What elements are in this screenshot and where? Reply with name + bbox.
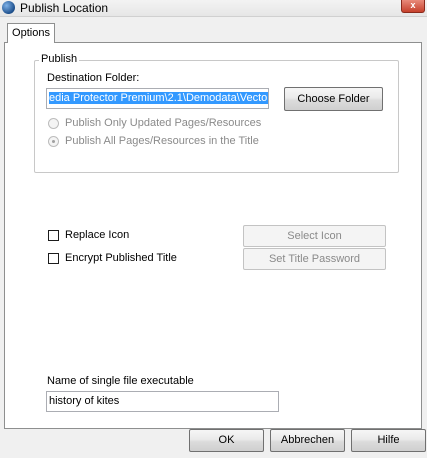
dialog-client: Options Publish Destination Folder: edia… xyxy=(0,17,427,458)
encrypt-title-label: Encrypt Published Title xyxy=(65,252,177,264)
executable-name-input[interactable]: history of kites xyxy=(46,391,279,412)
radio-publish-updated[interactable] xyxy=(48,118,59,129)
ok-button[interactable]: OK xyxy=(189,429,264,452)
radio-selected-dot xyxy=(52,140,55,143)
radio-publish-all-label: Publish All Pages/Resources in the Title xyxy=(65,135,259,147)
cancel-button[interactable]: Abbrechen xyxy=(270,429,345,452)
replace-icon-checkbox[interactable] xyxy=(48,230,59,241)
select-icon-button[interactable]: Select Icon xyxy=(243,225,386,247)
executable-name-label: Name of single file executable xyxy=(47,375,194,387)
choose-folder-button[interactable]: Choose Folder xyxy=(284,87,383,111)
window-title: Publish Location xyxy=(20,1,109,15)
tab-options[interactable]: Options xyxy=(7,23,55,43)
set-title-password-button[interactable]: Set Title Password xyxy=(243,248,386,270)
help-button[interactable]: Hilfe xyxy=(351,429,426,452)
encrypt-title-checkbox[interactable] xyxy=(48,253,59,264)
destination-folder-value: edia Protector Premium\2.1\Demodata\Vect… xyxy=(49,92,268,104)
publish-group-label: Publish xyxy=(39,53,80,65)
destination-folder-input[interactable]: edia Protector Premium\2.1\Demodata\Vect… xyxy=(46,88,269,109)
destination-folder-label: Destination Folder: xyxy=(47,72,140,84)
radio-publish-updated-label: Publish Only Updated Pages/Resources xyxy=(65,117,262,129)
app-globe-icon xyxy=(2,1,15,14)
title-bar[interactable]: Publish Location x xyxy=(0,0,427,17)
radio-publish-all[interactable] xyxy=(48,136,59,147)
close-button[interactable]: x xyxy=(401,0,425,13)
replace-icon-label: Replace Icon xyxy=(65,229,130,241)
